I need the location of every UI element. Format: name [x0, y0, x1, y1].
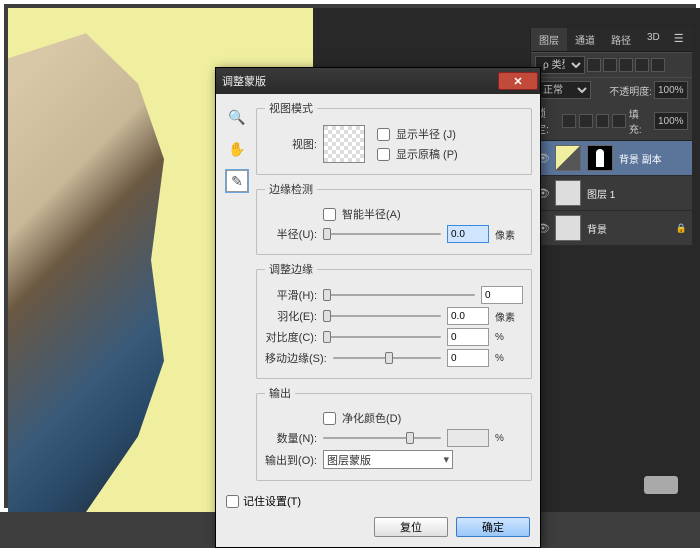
lock-transparent-icon[interactable] — [562, 114, 576, 128]
dialog-title: 调整蒙版 — [218, 73, 266, 89]
remember-settings-checkbox[interactable] — [226, 495, 239, 508]
watermark — [644, 476, 678, 494]
layer-thumb[interactable] — [555, 215, 581, 241]
refine-mask-dialog: 调整蒙版 ✕ 🔍 ✋ ✎ 视图模式 视图: 显示半径 (J) 显示原稿 (P) … — [215, 67, 541, 548]
panel-menu-icon[interactable]: ☰ — [668, 28, 690, 51]
output-group: 输出 净化颜色(D) 数量(N):% 输出到(O): 图层蒙版 — [256, 385, 532, 481]
shift-edge-label: 移动边缘(S): — [265, 350, 327, 366]
refine-brush-tool-icon[interactable]: ✎ — [226, 170, 248, 192]
layer-row[interactable]: 👁 背景 副本 — [531, 141, 692, 176]
unit-label: % — [495, 433, 523, 444]
shift-edge-slider[interactable] — [333, 350, 441, 366]
filter-icon[interactable] — [587, 58, 601, 72]
layer-row[interactable]: 👁 背景 🔒 — [531, 211, 692, 246]
tab-channels[interactable]: 通道 — [567, 28, 603, 51]
smooth-input[interactable] — [481, 286, 523, 304]
layer-name[interactable]: 背景 副本 — [619, 151, 662, 166]
unit-label: % — [495, 353, 523, 364]
shift-edge-input[interactable] — [447, 349, 489, 367]
group-label: 视图模式 — [265, 100, 317, 116]
group-label: 调整边缘 — [265, 261, 317, 277]
checkbox-label: 净化颜色(D) — [342, 410, 401, 426]
unit-label: 像素 — [495, 309, 523, 324]
amount-input — [447, 429, 489, 447]
amount-label: 数量(N): — [265, 430, 317, 446]
adjust-edge-group: 调整边缘 平滑(H): 羽化(E): 像素 对比度(C):% 移动边缘(S):% — [256, 261, 532, 379]
filter-icon[interactable] — [619, 58, 633, 72]
unit-label: 像素 — [495, 227, 523, 242]
output-to-label: 输出到(O): — [265, 452, 317, 468]
layer-mask-thumb[interactable] — [587, 145, 613, 171]
filter-icon[interactable] — [635, 58, 649, 72]
layer-row[interactable]: 👁 图层 1 — [531, 176, 692, 211]
feather-label: 羽化(E): — [265, 308, 317, 324]
layer-thumb[interactable] — [555, 145, 581, 171]
tab-paths[interactable]: 路径 — [603, 28, 639, 51]
opacity-value[interactable] — [654, 81, 688, 99]
view-label: 视图: — [265, 136, 317, 152]
feather-slider[interactable] — [323, 308, 441, 324]
contrast-label: 对比度(C): — [265, 329, 317, 345]
filter-icon[interactable] — [603, 58, 617, 72]
zoom-tool-icon[interactable]: 🔍 — [226, 106, 248, 128]
radius-slider[interactable] — [323, 226, 441, 242]
smooth-label: 平滑(H): — [265, 287, 317, 303]
group-label: 边缘检测 — [265, 181, 317, 197]
amount-slider — [323, 430, 441, 446]
lock-paint-icon[interactable] — [579, 114, 593, 128]
tab-layers[interactable]: 图层 — [531, 28, 567, 51]
close-button[interactable]: ✕ — [498, 72, 538, 90]
checkbox-label: 智能半径(A) — [342, 206, 401, 222]
unit-label: % — [495, 332, 523, 343]
reset-button[interactable]: 复位 — [374, 517, 448, 537]
view-preview-button[interactable] — [323, 125, 365, 163]
ok-button[interactable]: 确定 — [456, 517, 530, 537]
show-original-checkbox[interactable] — [377, 148, 390, 161]
filter-icon[interactable] — [651, 58, 665, 72]
contrast-input[interactable] — [447, 328, 489, 346]
smooth-slider[interactable] — [323, 287, 475, 303]
edge-detection-group: 边缘检测 智能半径(A) 半径(U): 像素 — [256, 181, 532, 255]
opacity-label: 不透明度: — [609, 83, 652, 98]
decontaminate-checkbox[interactable] — [323, 412, 336, 425]
contrast-slider[interactable] — [323, 329, 441, 345]
lock-position-icon[interactable] — [596, 114, 610, 128]
checkbox-label: 显示半径 (J) — [396, 126, 456, 142]
layer-kind-select[interactable]: ρ 类型 — [535, 56, 585, 74]
radius-input[interactable] — [447, 225, 489, 243]
smart-radius-checkbox[interactable] — [323, 208, 336, 221]
show-radius-checkbox[interactable] — [377, 128, 390, 141]
output-to-select[interactable]: 图层蒙版 — [323, 450, 453, 469]
dialog-titlebar[interactable]: 调整蒙版 ✕ — [216, 68, 540, 94]
layer-name[interactable]: 图层 1 — [587, 186, 615, 201]
layer-thumb[interactable] — [555, 180, 581, 206]
layer-name[interactable]: 背景 — [587, 221, 607, 236]
radius-label: 半径(U): — [265, 226, 317, 242]
blend-mode-select[interactable]: 正常 — [535, 81, 591, 99]
checkbox-label: 记住设置(T) — [243, 493, 301, 509]
lock-all-icon[interactable] — [612, 114, 626, 128]
lock-icon: 🔒 — [676, 223, 687, 234]
fill-value[interactable] — [654, 112, 688, 130]
fill-label: 填充: — [629, 106, 651, 136]
checkbox-label: 显示原稿 (P) — [396, 146, 458, 162]
view-mode-group: 视图模式 视图: 显示半径 (J) 显示原稿 (P) — [256, 100, 532, 175]
group-label: 输出 — [265, 385, 295, 401]
select-value: 图层蒙版 — [327, 452, 371, 468]
tab-3d[interactable]: 3D — [639, 28, 668, 51]
hand-tool-icon[interactable]: ✋ — [226, 138, 248, 160]
layers-panel: 图层 通道 路径 3D ☰ ρ 类型 正常 不透明度: 锁定: 填充: 👁 背景… — [530, 28, 692, 246]
feather-input[interactable] — [447, 307, 489, 325]
